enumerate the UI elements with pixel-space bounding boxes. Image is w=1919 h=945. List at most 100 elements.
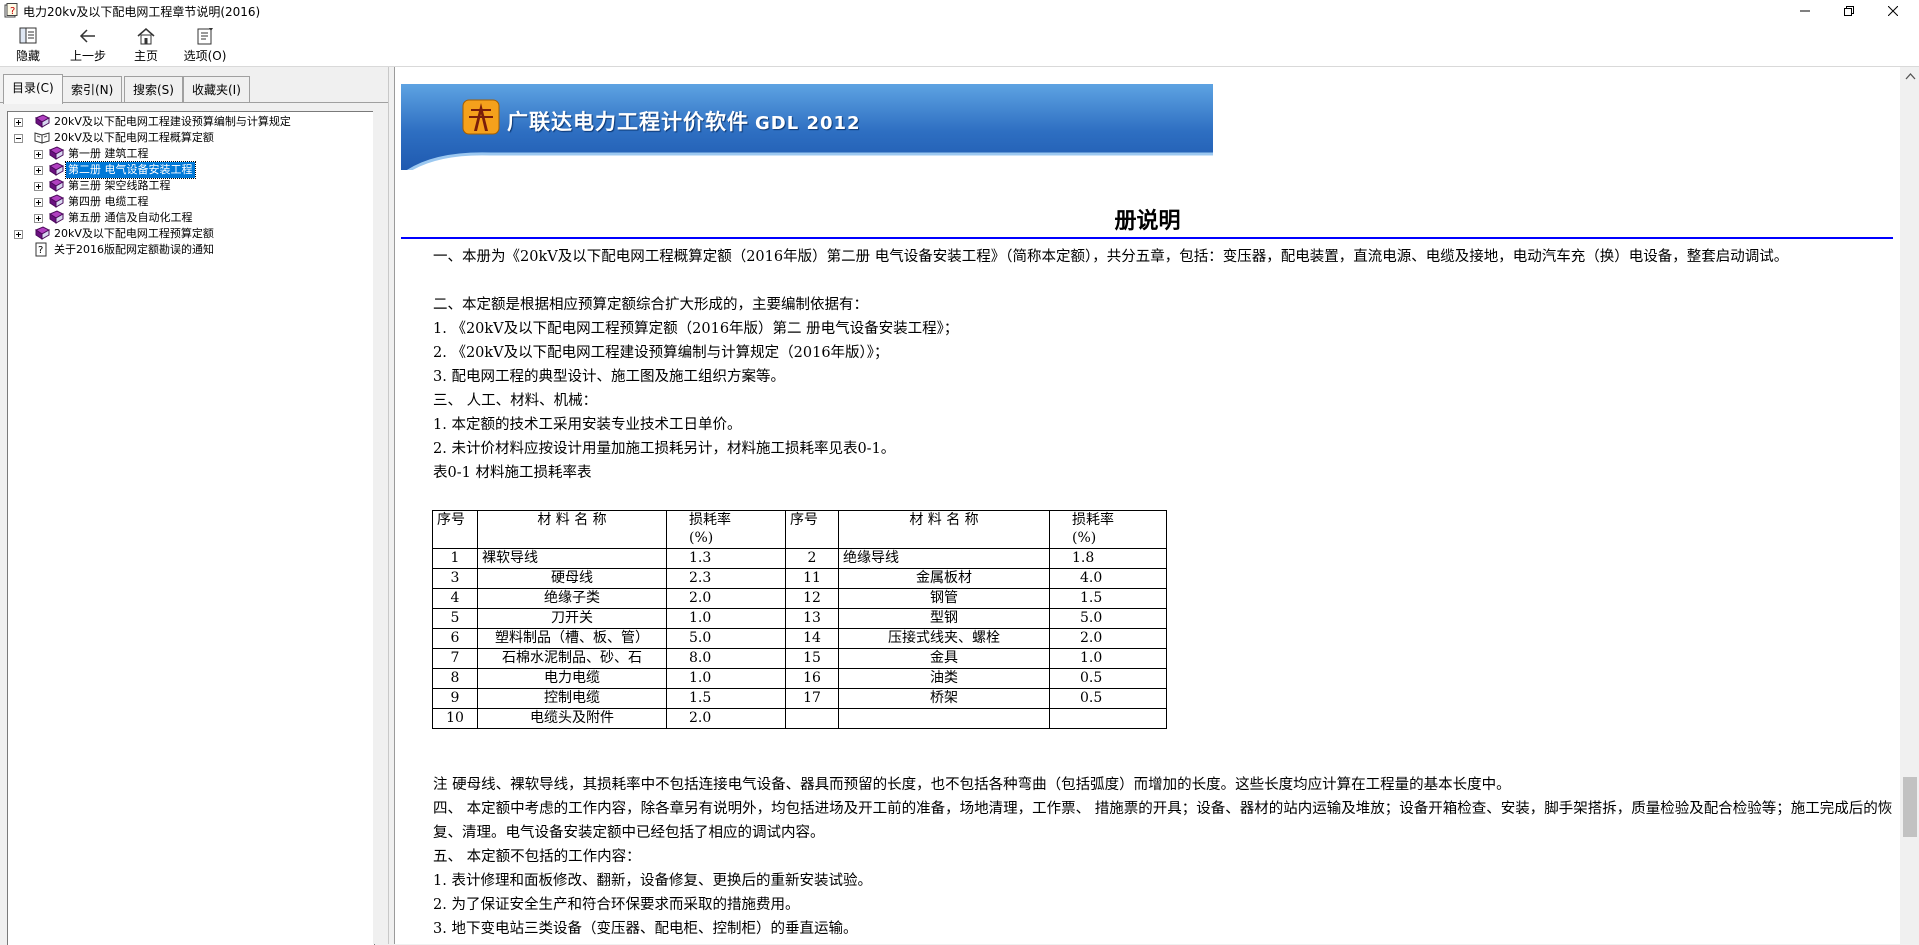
back-label: 上一步 — [69, 49, 106, 63]
table-cell: 5.0 — [666, 628, 786, 649]
paragraph: 3. 地下变电站三类设备（变压器、配电柜、控制柜）的垂直运输。 — [433, 921, 858, 937]
table-cell: 油类 — [838, 668, 1050, 689]
scroll-thumb[interactable] — [1903, 777, 1917, 837]
table-cell: 金属板材 — [838, 568, 1050, 589]
header-text: 损耗率 — [1072, 512, 1114, 528]
tree-label[interactable]: 第三册 架空线路工程 — [66, 178, 173, 194]
table-cell: 钢管 — [838, 588, 1050, 609]
tree-label[interactable]: 20kV及以下配电网工程预算定额 — [52, 226, 216, 242]
close-button[interactable] — [1871, 0, 1915, 22]
paragraph: 一、本册为《20kV及以下配电网工程概算定额（2016年版）第二册 电气设备安装… — [433, 249, 1789, 265]
table-cell — [1049, 708, 1167, 729]
table-row: 9 控制电缆 1.5 17 桥架 0.5 — [432, 688, 1167, 709]
tree-scrollbar[interactable] — [373, 111, 388, 944]
table-header-cell: 材 料 名 称 — [477, 510, 667, 549]
table-row: 8 电力电缆 1.0 16 油类 0.5 — [432, 668, 1167, 689]
paragraph: 2. 《20kV及以下配电网工程建设预算编制与计算规定（2016年版）》； — [433, 345, 889, 361]
tree-label[interactable]: 第五册 通信及自动化工程 — [66, 210, 195, 226]
paragraph: 四、 本定额中考虑的工作内容，除各章另有说明外，均包括进场及开工前的准备，场地清… — [433, 801, 1893, 841]
table-cell: 2 — [785, 548, 839, 569]
loss-rate-table: 序号 材 料 名 称 损耗率 (%) 序号 材 料 名 称 损耗率 (%) 1 裸软导… — [432, 510, 1167, 729]
svg-text:?: ? — [10, 6, 15, 17]
tree-label[interactable]: 20kV及以下配电网工程建设预算编制与计算规定 — [52, 114, 293, 130]
document-scrollbar[interactable] — [1902, 67, 1919, 944]
table-cell: 13 — [785, 608, 839, 629]
tab-favorites[interactable]: 收藏夹(I) — [183, 76, 250, 103]
expand-plus-icon[interactable] — [34, 198, 43, 207]
table-cell: 电力电缆 — [477, 668, 667, 689]
table-row: 6 塑料制品（槽、板、管） 5.0 14 压接式线夹、螺栓 2.0 — [432, 628, 1167, 649]
close-icon — [1888, 6, 1898, 16]
table-cell: 桥架 — [838, 688, 1050, 709]
expand-plus-icon[interactable] — [14, 230, 23, 239]
paragraph: 五、 本定额不包括的工作内容： — [433, 849, 641, 865]
book-icon — [48, 162, 64, 176]
table-cell: 15 — [785, 648, 839, 669]
table-cell: 16 — [785, 668, 839, 689]
back-button[interactable]: 上一步 — [64, 24, 112, 64]
expand-plus-icon[interactable] — [34, 150, 43, 159]
collapse-minus-icon[interactable] — [14, 134, 23, 143]
table-header-cell: 损耗率 (%) — [1049, 510, 1167, 549]
banner-product-version: GDL 2012 — [755, 113, 861, 134]
table-cell: 8.0 — [666, 648, 786, 669]
options-button[interactable]: 选项(O) — [180, 24, 230, 64]
home-label: 主页 — [133, 49, 158, 63]
tower-logo-icon — [462, 99, 500, 135]
hide-label: 隐藏 — [15, 49, 40, 63]
restore-button[interactable] — [1827, 0, 1871, 22]
table-cell — [838, 708, 1050, 729]
table-cell: 1.5 — [1049, 588, 1167, 609]
header-text: 材 料 名 称 — [537, 512, 607, 528]
table-cell: 17 — [785, 688, 839, 709]
table-cell: 0.5 — [1049, 668, 1167, 689]
minimize-button[interactable] — [1783, 0, 1827, 22]
table-cell: 1 — [432, 548, 478, 569]
tree-label-selected[interactable]: 第二册 电气设备安装工程 — [65, 161, 196, 179]
paragraph: 1. 表计修理和面板修改、翻新，设备修复、更换后的重新安装试验。 — [433, 873, 872, 889]
table-cell: 7 — [432, 648, 478, 669]
tree-label[interactable]: 20kV及以下配电网工程概算定额 — [52, 130, 216, 146]
header-text: 序号 — [437, 512, 465, 528]
svg-text:?: ? — [38, 245, 43, 256]
tree-label[interactable]: 关于2016版配网定额勘误的通知 — [52, 242, 216, 258]
expand-plus-icon[interactable] — [34, 166, 43, 175]
book-icon — [48, 194, 64, 208]
table-cell: 石棉水泥制品、砂、石 — [477, 648, 667, 669]
tab-search[interactable]: 搜索(S) — [124, 76, 183, 103]
tree-label[interactable]: 第一册 建筑工程 — [66, 146, 151, 162]
scroll-up-icon[interactable] — [1905, 73, 1916, 80]
tab-contents[interactable]: 目录(C) — [3, 74, 63, 104]
paragraph: 三、 人工、材料、机械： — [433, 393, 598, 409]
title-divider — [401, 237, 1893, 239]
table-row: 10 电缆头及附件 2.0 — [432, 708, 1167, 729]
table-cell: 2.0 — [666, 708, 786, 729]
book-icon — [48, 178, 64, 192]
table-cell: 绝缘导线 — [838, 548, 1050, 569]
book-icon — [34, 114, 50, 128]
title-bar: ? 电力20kv及以下配电网工程章节说明(2016) — [0, 0, 1919, 22]
hide-button[interactable]: 隐藏 — [6, 24, 50, 64]
expand-plus-icon[interactable] — [14, 118, 23, 127]
table-header-row: 序号 材 料 名 称 损耗率 (%) 序号 材 料 名 称 损耗率 (%) — [432, 510, 1167, 549]
restore-icon — [1844, 6, 1854, 16]
contents-tree[interactable]: 20kV及以下配电网工程建设预算编制与计算规定 20kV及以下配电网工程概算定额… — [7, 111, 375, 945]
expand-plus-icon[interactable] — [34, 182, 43, 191]
tree-label[interactable]: 第四册 电缆工程 — [66, 194, 151, 210]
table-cell: 8 — [432, 668, 478, 689]
toolbar: 隐藏 上一步 主页 选项(O) — [0, 22, 1919, 67]
table-cell: 11 — [785, 568, 839, 589]
book-icon — [48, 146, 64, 160]
tab-index[interactable]: 索引(N) — [62, 76, 123, 103]
table-cell: 1.3 — [666, 548, 786, 569]
table-cell: 金具 — [838, 648, 1050, 669]
hide-icon — [19, 27, 37, 44]
product-banner: 广联达电力工程计价软件 GDL 2012 — [401, 84, 1213, 170]
expand-plus-icon[interactable] — [34, 214, 43, 223]
home-button[interactable]: 主页 — [126, 24, 166, 64]
header-unit: (%) — [689, 530, 714, 546]
table-cell: 2.3 — [666, 568, 786, 589]
table-cell: 5.0 — [1049, 608, 1167, 629]
navigation-pane: 目录(C) 索引(N) 搜索(S) 收藏夹(I) 20kV及以下配电网工程建设预… — [0, 67, 388, 945]
table-cell: 1.0 — [1049, 648, 1167, 669]
